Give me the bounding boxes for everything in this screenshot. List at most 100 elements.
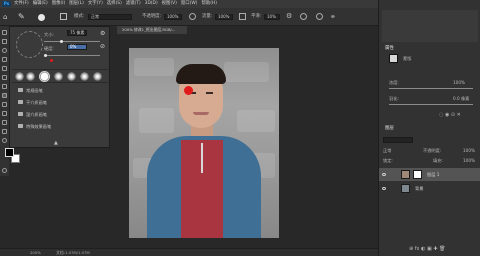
marquee-tool-icon[interactable] — [2, 39, 7, 44]
dodge-tool-icon[interactable] — [2, 138, 7, 143]
layers-title[interactable]: 图层 — [385, 125, 394, 131]
move-tool-icon[interactable] — [2, 30, 7, 35]
menu-edit[interactable]: 编辑(E) — [33, 0, 48, 8]
hardness-slider-track[interactable] — [44, 55, 100, 56]
gradient-tool-icon[interactable] — [2, 129, 7, 134]
menu-layer[interactable]: 图层(L) — [69, 0, 84, 8]
group-label: 特殊效果画笔 — [26, 124, 52, 129]
tools-panel — [0, 26, 20, 176]
brush-tip-7[interactable] — [93, 72, 102, 81]
menu-3d[interactable]: 3D(D) — [145, 0, 158, 8]
menu-window[interactable]: 窗口(W) — [181, 0, 198, 8]
hardness-field[interactable]: 0% — [67, 44, 87, 50]
history-brush-tool-icon[interactable] — [2, 111, 7, 116]
foreground-color-swatch[interactable] — [5, 148, 14, 157]
photo-canvas[interactable] — [129, 48, 279, 238]
feather-slider[interactable] — [389, 104, 473, 105]
angle-icon[interactable] — [300, 13, 307, 20]
brush-tip-3[interactable] — [39, 71, 50, 82]
layer-opacity-value[interactable]: 100% — [463, 148, 475, 153]
brush-tip-6[interactable] — [80, 72, 89, 81]
properties-title[interactable]: 属性 — [385, 45, 394, 51]
folder-icon — [18, 88, 23, 92]
eyedropper-tool-icon[interactable] — [2, 75, 7, 80]
person-mouth — [193, 112, 209, 115]
brush-settings-icon[interactable] — [60, 13, 67, 20]
feather-value[interactable]: 0.0 像素 — [453, 96, 469, 102]
stamp-tool-icon[interactable] — [2, 102, 7, 107]
visibility-eye-icon[interactable] — [382, 187, 386, 190]
hardness-slider-thumb[interactable] — [44, 54, 47, 57]
menu-type[interactable]: 文字(Y) — [88, 0, 103, 8]
zoom-level[interactable]: 200% — [30, 250, 41, 255]
brush-group-dry[interactable]: 干介质画笔 — [14, 97, 100, 108]
right-panel-dock: 属性 蒙版 浓度: 100% 羽化: 0.0 像素 ◌ ◉ ⊙ ✕ 图层 正常 … — [378, 0, 480, 256]
fill-label: 填充: — [433, 158, 443, 163]
layer-row[interactable]: 背景 — [379, 182, 480, 195]
layer-mask-thumbnail[interactable] — [413, 170, 422, 179]
color-swatches-area — [382, 10, 478, 42]
fill-value[interactable]: 100% — [463, 158, 475, 163]
mode-select[interactable]: 正常 — [88, 14, 132, 20]
brush-tip-2[interactable] — [26, 72, 35, 81]
density-value[interactable]: 100% — [453, 80, 465, 85]
eraser-tool-icon[interactable] — [2, 120, 7, 125]
properties-kind: 蒙版 — [403, 56, 412, 61]
menu-filter[interactable]: 滤镜(T) — [126, 0, 141, 8]
brush-group-wet[interactable]: 湿介质画笔 — [14, 109, 100, 120]
brush-tool-active-icon[interactable] — [2, 93, 7, 98]
panel-resize-handle-icon[interactable]: ▲ — [54, 140, 58, 146]
app-logo: Ps — [2, 1, 11, 7]
smooth-field[interactable]: 10% — [264, 14, 280, 20]
brush-tip-5[interactable] — [67, 72, 76, 81]
size-slider-track[interactable] — [44, 41, 100, 42]
flow-label: 流量: — [202, 14, 213, 19]
group-label: 干介质画笔 — [26, 100, 47, 105]
smoothing-gear-icon[interactable]: ⚙ — [286, 12, 292, 20]
brush-group-special[interactable]: 特殊效果画笔 — [14, 121, 100, 132]
brush-tool-icon[interactable]: ✎ — [18, 12, 25, 21]
layer-row[interactable]: 图层 1 — [379, 168, 480, 181]
brush-group-general[interactable]: 常规画笔 — [14, 85, 100, 96]
opacity-field[interactable]: 100% — [164, 14, 182, 20]
layer-actions-icons[interactable]: ⊕ fx ◐ ▣ ✚ 🗑 — [409, 246, 445, 252]
layer-name[interactable]: 图层 1 — [427, 168, 439, 181]
density-slider[interactable] — [389, 88, 473, 89]
healing-tool-icon[interactable] — [2, 84, 7, 89]
brush-size-dot[interactable] — [38, 14, 45, 21]
red-mark — [50, 59, 53, 62]
size-slider-thumb[interactable] — [60, 40, 63, 43]
brush-tip-4[interactable] — [54, 72, 63, 81]
layer-blend-mode[interactable]: 正常 — [383, 148, 391, 154]
property-actions-icons[interactable]: ◌ ◉ ⊙ ✕ — [439, 112, 461, 118]
quick-select-tool-icon[interactable] — [2, 57, 7, 62]
pressure-opacity-icon[interactable] — [189, 13, 196, 20]
menu-help[interactable]: 帮助(H) — [201, 0, 217, 8]
document-tab[interactable]: 200% 修改1_抠出图层,RGB/... — [117, 26, 187, 34]
home-icon[interactable]: ⌂ — [3, 13, 7, 21]
pressure-size-icon[interactable] — [316, 13, 323, 20]
wall-stone — [237, 110, 275, 132]
size-field[interactable]: 75 像素 — [67, 30, 87, 36]
new-preset-icon[interactable]: ⊘ — [100, 43, 105, 50]
size-label: 大小: — [44, 32, 54, 37]
flow-field[interactable]: 100% — [215, 14, 233, 20]
menu-view[interactable]: 视图(V) — [162, 0, 177, 8]
lasso-tool-icon[interactable] — [2, 48, 7, 53]
photoshop-window: Ps 文件(F) 编辑(E) 图像(I) 图层(L) 文字(Y) 选择(S) 滤… — [0, 0, 480, 256]
layer-filter[interactable] — [383, 137, 413, 143]
menu-file[interactable]: 文件(F) — [14, 0, 29, 8]
menu-image[interactable]: 图像(I) — [52, 0, 66, 8]
menu-select[interactable]: 选择(S) — [107, 0, 122, 8]
panel-gear-icon[interactable]: ⚙ — [100, 30, 105, 37]
folder-icon — [18, 112, 23, 116]
visibility-eye-icon[interactable] — [382, 173, 386, 176]
menu-list: 文件(F) 编辑(E) 图像(I) 图层(L) 文字(Y) 选择(S) 滤镜(T… — [14, 0, 217, 8]
crop-tool-icon[interactable] — [2, 66, 7, 71]
brush-tip-1[interactable] — [15, 72, 24, 81]
layer-name[interactable]: 背景 — [415, 182, 423, 195]
person-eye-right — [206, 92, 213, 94]
airbrush-icon[interactable] — [239, 13, 246, 20]
quick-mask-icon[interactable] — [2, 168, 7, 173]
symmetry-icon[interactable]: ⚭ — [330, 13, 336, 21]
